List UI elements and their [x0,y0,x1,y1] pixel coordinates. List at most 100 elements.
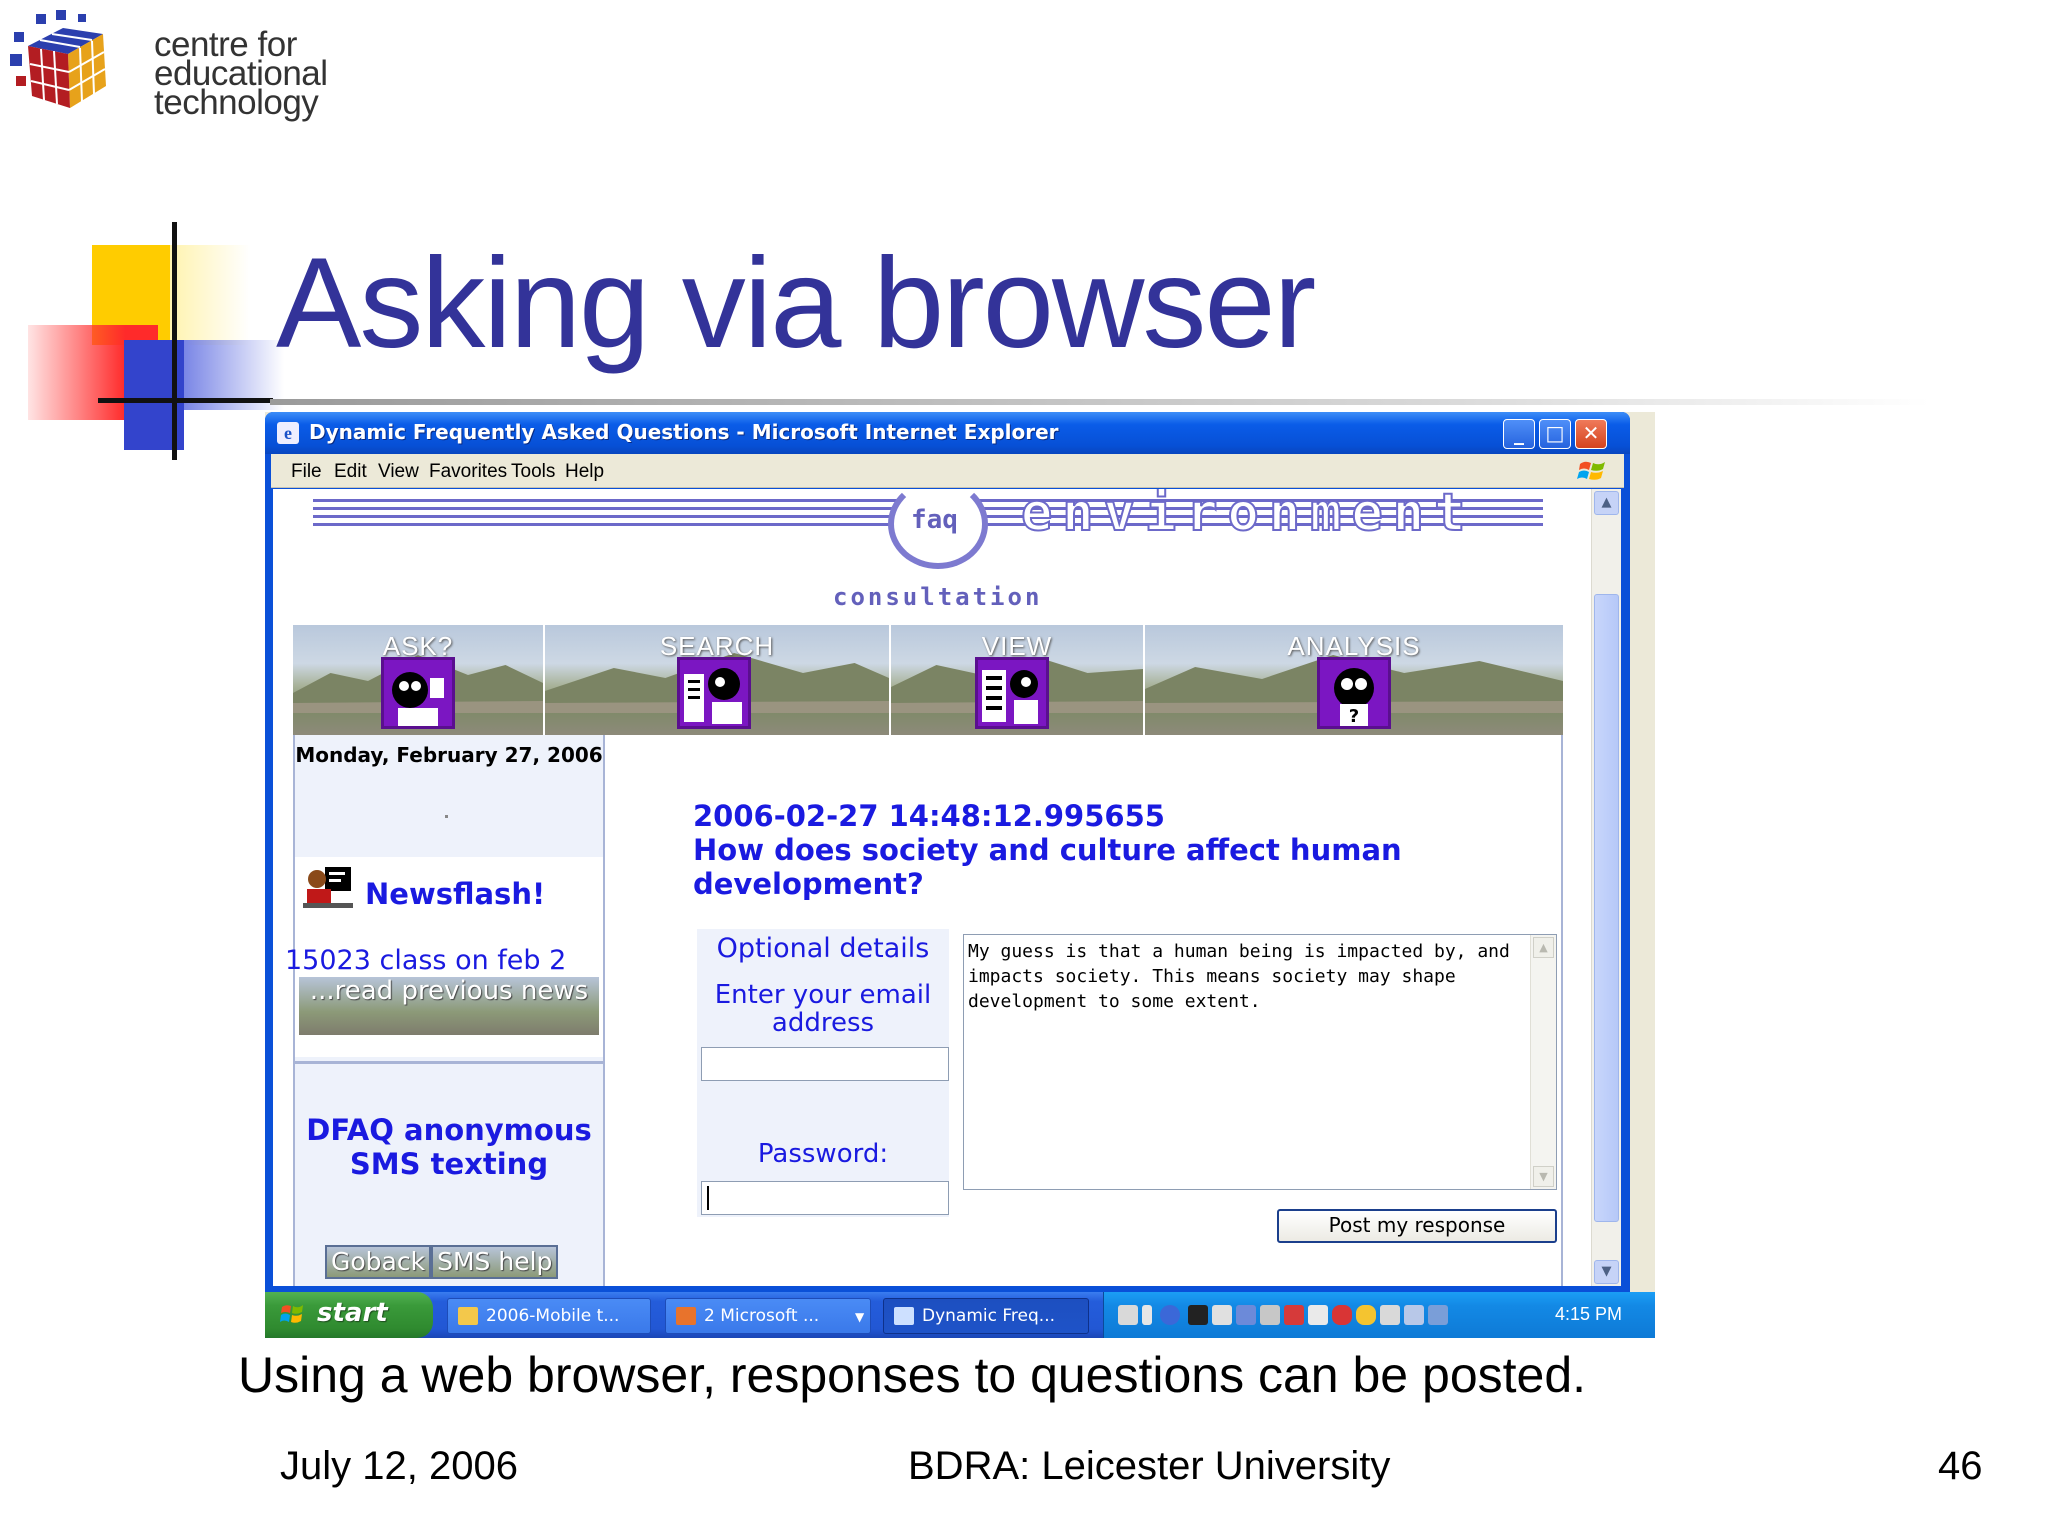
minimize-icon: _ [1514,421,1524,445]
slide-title: Asking via browser [276,232,1316,375]
scroll-up-icon[interactable]: ▲ [1533,937,1554,958]
minimize-button[interactable]: _ [1503,419,1535,449]
tray-app-icon[interactable] [1308,1305,1328,1325]
task-internet-explorer[interactable]: Dynamic Freq... [883,1298,1089,1334]
nav-search[interactable]: SEARCH [545,625,889,735]
post-response-button[interactable]: Post my response [1277,1209,1557,1243]
maximize-icon: □ [1545,421,1565,445]
menu-edit[interactable]: Edit [334,461,367,483]
powerpoint-icon [676,1307,696,1325]
sms-title: DFAQ anonymous SMS texting [306,1113,592,1181]
security-shield-icon[interactable] [1356,1305,1376,1325]
analysis-question-icon: ? [1317,657,1391,729]
logo: centre for educational technology [8,6,348,136]
faq-label: faq [911,505,958,535]
tray-app-icon[interactable] [1404,1305,1424,1325]
page-number: 46 [1938,1444,1983,1488]
search-person-icon [677,657,751,729]
ie-icon [894,1307,914,1325]
close-button[interactable]: ✕ [1575,419,1607,449]
optional-details-title: Optional details [716,933,930,964]
clock: 4:15 PM [1555,1304,1623,1324]
network-icon[interactable] [1236,1305,1256,1325]
news-block: Newsflash! 15023 class on feb 2 ...read … [285,857,603,1057]
textarea-scrollbar[interactable]: ▲ ▼ [1530,935,1556,1189]
windows-flag-icon [280,1305,303,1323]
task-powerpoint[interactable]: 2 Microsoft ... [665,1298,871,1334]
email-input[interactable] [701,1047,949,1081]
title-underline [270,399,1930,405]
ask-person-icon [381,657,455,729]
footer-title: BDRA: Leicester University [908,1444,1391,1488]
tray-app-icon[interactable] [1260,1305,1280,1325]
menu-file[interactable]: File [291,461,322,483]
scroll-down-icon[interactable]: ▼ [1594,1260,1619,1284]
scroll-thumb[interactable] [1594,594,1619,1222]
task-label: 2 Microsoft ... [704,1306,820,1326]
battery-icon[interactable] [1142,1305,1152,1325]
response-textarea[interactable]: My guess is that a human being is impact… [963,934,1557,1190]
optional-details-panel: Optional details Enter your email addres… [697,929,949,1217]
goback-button[interactable]: Goback [325,1245,432,1279]
microphone-icon[interactable] [1118,1305,1138,1325]
svg-text:?: ? [1349,706,1359,726]
title-bar[interactable]: e Dynamic Frequently Asked Questions - M… [265,412,1630,454]
view-document-icon [975,657,1049,729]
close-icon: ✕ [1582,421,1600,445]
nav-ask[interactable]: ASK? [293,625,543,735]
folder-icon [458,1307,478,1325]
tray-app-icon[interactable] [1212,1305,1232,1325]
ie-icon: e [277,422,299,444]
task-label: Dynamic Freq... [922,1306,1055,1326]
taskbar: start 2006-Mobile t... 2 Microsoft ... ▼… [265,1292,1655,1338]
scroll-up-icon[interactable]: ▲ [1594,491,1619,515]
environment-banner: environment [1020,489,1476,544]
start-label: start [317,1298,388,1328]
news-item-link[interactable]: 15023 class on feb 2 [285,945,566,976]
logo-line: technology [154,83,319,122]
footer-date: July 12, 2006 [280,1444,518,1488]
page-scrollbar[interactable]: ▲ ▼ [1591,489,1621,1286]
chevron-left-icon[interactable] [1160,1305,1180,1325]
page-content: environment faq consultation ASK? SEARCH [273,489,1591,1286]
question-text: How does society and culture affect huma… [693,833,1402,901]
menu-view[interactable]: View [378,461,419,483]
chevron-down-icon[interactable]: ▼ [855,1310,864,1324]
text-caret [707,1186,709,1210]
newsflash-title: Newsflash! [365,877,546,911]
deco-yellow-fade [170,245,250,345]
nav-analysis[interactable]: ANALYSIS ? [1145,625,1563,735]
current-date: Monday, February 27, 2006 [295,743,603,767]
tray-app-icon[interactable] [1428,1305,1448,1325]
logo-text: centre for educational technology [154,27,328,122]
slide-caption: Using a web browser, responses to questi… [238,1347,1587,1403]
tray-app-icon[interactable] [1284,1305,1304,1325]
tray-app-icon[interactable] [1380,1305,1400,1325]
menu-tools[interactable]: Tools [511,461,555,483]
menu-bar: File Edit View Favorites Tools Help [271,454,1624,488]
nav-view[interactable]: VIEW [891,625,1143,735]
newsflash-icon [303,867,353,908]
start-button[interactable]: start [265,1292,433,1338]
consultation-label: consultation [833,583,1043,611]
sms-help-button[interactable]: SMS help [431,1245,559,1279]
tray-app-icon[interactable] [1188,1305,1208,1325]
panel-divider [295,1061,603,1064]
response-text: My guess is that a human being is impact… [968,941,1510,1012]
divider-dot [445,815,448,818]
ie-window: e Dynamic Frequently Asked Questions - M… [265,412,1630,1292]
sms-button-group: Goback SMS help [325,1245,559,1279]
menu-favorites[interactable]: Favorites [429,461,507,483]
scroll-down-icon[interactable]: ▼ [1533,1166,1554,1187]
read-previous-news-button[interactable]: ...read previous news [299,977,599,1035]
menu-help[interactable]: Help [565,461,604,483]
windows-flag-icon [1577,461,1605,480]
question-timestamp: 2006-02-27 14:48:12.995655 [693,799,1165,833]
email-label: Enter your email address [714,980,932,1038]
task-folder[interactable]: 2006-Mobile t... [447,1298,651,1334]
password-label: Password: [757,1139,889,1169]
maximize-button[interactable]: □ [1539,419,1571,449]
task-label: 2006-Mobile t... [486,1306,620,1326]
password-input[interactable] [701,1181,949,1215]
antivirus-icon[interactable] [1332,1305,1352,1325]
